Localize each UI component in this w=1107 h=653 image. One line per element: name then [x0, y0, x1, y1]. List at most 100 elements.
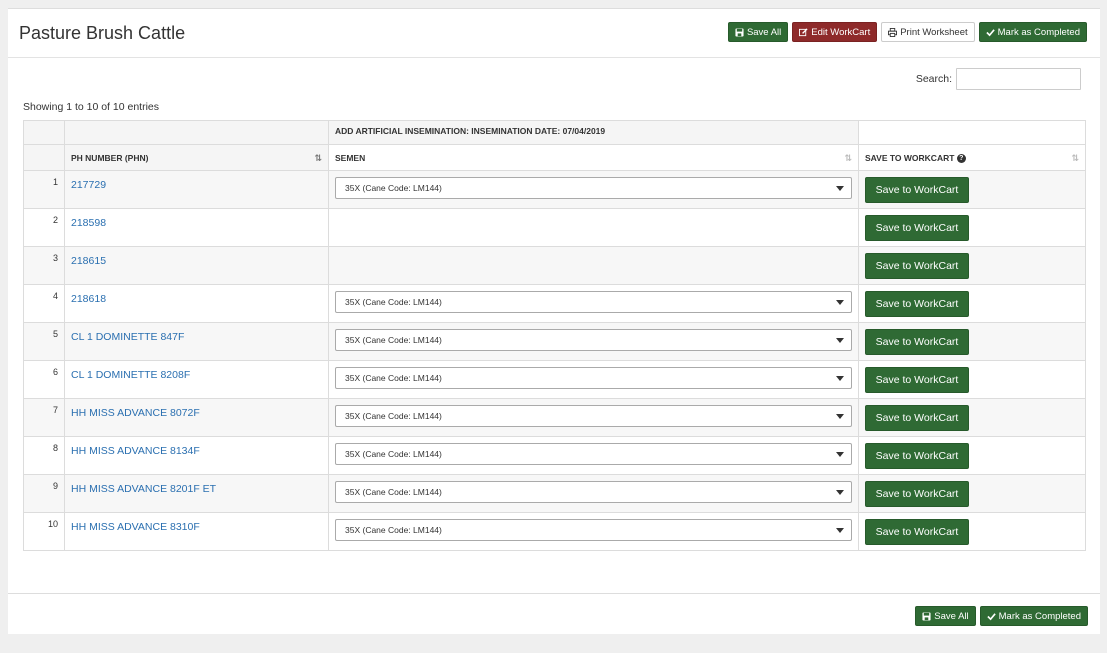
search-label: Search: — [915, 73, 952, 85]
semen-select[interactable]: 35X (Cane Code: LM144) — [335, 519, 852, 541]
print-worksheet-label: Print Worksheet — [900, 26, 968, 38]
semen-select[interactable]: 35X (Cane Code: LM144) — [335, 443, 852, 465]
phn-cell: HH MISS ADVANCE 8201F ET — [64, 474, 329, 513]
search-box: Search: — [916, 68, 1081, 90]
row-number: 4 — [23, 284, 65, 323]
semen-select[interactable]: 35X (Cane Code: LM144) — [335, 291, 852, 313]
semen-select-value: 35X (Cane Code: LM144) — [345, 525, 442, 535]
column-header-save-label: SAVE TO WORKCART — [865, 153, 955, 163]
save-to-workcart-button[interactable]: Save to WorkCart — [865, 367, 969, 393]
column-header-num — [23, 144, 65, 171]
phn-cell: 218598 — [64, 208, 329, 247]
chevron-down-icon — [836, 338, 844, 343]
save-to-workcart-button[interactable]: Save to WorkCart — [865, 443, 969, 469]
semen-cell: 35X (Cane Code: LM144) — [328, 284, 859, 323]
phn-link[interactable]: 218598 — [71, 217, 106, 229]
save-to-workcart-button[interactable]: Save to WorkCart — [865, 215, 969, 241]
action-cell: Save to WorkCart — [858, 474, 1086, 513]
table-row: 1 217729 35X (Cane Code: LM144) Save to Wor… — [23, 170, 1086, 209]
semen-select[interactable]: 35X (Cane Code: LM144) — [335, 329, 852, 351]
save-to-workcart-button[interactable]: Save to WorkCart — [865, 177, 969, 203]
phn-link[interactable]: 218618 — [71, 293, 106, 305]
edit-workcart-label: Edit WorkCart — [811, 26, 871, 38]
table-row: 8 HH MISS ADVANCE 8134F 35X (Cane Code: LM… — [23, 436, 1086, 475]
table-row: 3 218615 Save to WorkCart — [23, 246, 1086, 285]
phn-link[interactable]: 218615 — [71, 255, 106, 267]
chevron-down-icon — [836, 300, 844, 305]
save-to-workcart-button[interactable]: Save to WorkCart — [865, 329, 969, 355]
semen-select[interactable]: 35X (Cane Code: LM144) — [335, 367, 852, 389]
save-to-workcart-button[interactable]: Save to WorkCart — [865, 481, 969, 507]
sort-icon[interactable]: ⇅ — [1071, 153, 1079, 164]
semen-select-value: 35X (Cane Code: LM144) — [345, 373, 442, 383]
semen-select-value: 35X (Cane Code: LM144) — [345, 297, 442, 307]
semen-select[interactable]: 35X (Cane Code: LM144) — [335, 481, 852, 503]
semen-cell — [328, 208, 859, 247]
phn-cell: 218615 — [64, 246, 329, 285]
row-number: 5 — [23, 322, 65, 361]
edit-icon — [799, 27, 808, 37]
semen-cell: 35X (Cane Code: LM144) — [328, 474, 859, 513]
row-number: 9 — [23, 474, 65, 513]
footer-save-all-button[interactable]: Save All — [915, 606, 976, 626]
semen-select[interactable]: 35X (Cane Code: LM144) — [335, 177, 852, 199]
save-to-workcart-button[interactable]: Save to WorkCart — [865, 519, 969, 545]
phn-link[interactable]: CL 1 DOMINETTE 8208F — [71, 369, 190, 381]
column-header-phn-label: PH NUMBER (PHN) — [71, 153, 149, 163]
semen-select[interactable]: 35X (Cane Code: LM144) — [335, 405, 852, 427]
save-icon — [735, 27, 744, 37]
save-all-label: Save All — [746, 26, 782, 38]
print-icon — [888, 27, 898, 37]
action-cell: Save to WorkCart — [858, 208, 1086, 247]
table-row: 5 CL 1 DOMINETTE 847F 35X (Cane Code: LM14… — [23, 322, 1086, 361]
check-icon — [986, 612, 996, 621]
semen-select-value: 35X (Cane Code: LM144) — [345, 183, 442, 193]
footer-mark-completed-button[interactable]: Mark as Completed — [979, 606, 1088, 626]
check-icon — [985, 28, 995, 37]
row-number: 2 — [23, 208, 65, 247]
search-input[interactable] — [956, 68, 1081, 90]
phn-link[interactable]: CL 1 DOMINETTE 847F — [71, 331, 184, 343]
table-info: Showing 1 to 10 of 10 entries — [23, 101, 160, 113]
save-all-button[interactable]: Save All — [727, 22, 789, 42]
action-cell: Save to WorkCart — [858, 398, 1086, 437]
edit-workcart-button[interactable]: Edit WorkCart — [792, 22, 878, 42]
save-to-workcart-button[interactable]: Save to WorkCart — [865, 405, 969, 431]
column-header-phn[interactable]: PH NUMBER (PHN) ⇅ — [64, 144, 329, 171]
chevron-down-icon — [836, 376, 844, 381]
sort-icon[interactable]: ⇅ — [844, 153, 852, 164]
phn-cell: CL 1 DOMINETTE 8208F — [64, 360, 329, 399]
phn-link[interactable]: HH MISS ADVANCE 8072F — [71, 407, 200, 419]
table-row: 9 HH MISS ADVANCE 8201F ET 35X (Cane Code:… — [23, 474, 1086, 513]
save-to-workcart-button[interactable]: Save to WorkCart — [865, 291, 969, 317]
chevron-down-icon — [836, 490, 844, 495]
table-row: 4 218618 35X (Cane Code: LM144) Save to Wor… — [23, 284, 1086, 323]
save-icon — [922, 611, 931, 621]
group-header: ADD ARTIFICIAL INSEMINATION: INSEMINATIO… — [328, 120, 859, 145]
action-cell: Save to WorkCart — [858, 322, 1086, 361]
save-to-workcart-button[interactable]: Save to WorkCart — [865, 253, 969, 279]
help-icon[interactable]: ? — [956, 154, 966, 164]
semen-cell: 35X (Cane Code: LM144) — [328, 322, 859, 361]
table-row: 6 CL 1 DOMINETTE 8208F 35X (Cane Code: LM1… — [23, 360, 1086, 399]
mark-completed-button[interactable]: Mark as Completed — [978, 22, 1087, 42]
column-header-save[interactable]: SAVE TO WORKCART ? ⇅ — [858, 144, 1086, 171]
phn-link[interactable]: HH MISS ADVANCE 8310F — [71, 521, 200, 533]
chevron-down-icon — [836, 186, 844, 191]
column-header-semen[interactable]: SEMEN ⇅ — [328, 144, 859, 171]
semen-cell: 35X (Cane Code: LM144) — [328, 398, 859, 437]
phn-cell: HH MISS ADVANCE 8310F — [64, 512, 329, 551]
phn-cell: HH MISS ADVANCE 8134F — [64, 436, 329, 475]
phn-link[interactable]: HH MISS ADVANCE 8134F — [71, 445, 200, 457]
phn-link[interactable]: 217729 — [71, 179, 106, 191]
sort-ascending-icon[interactable]: ⇅ — [314, 153, 322, 164]
chevron-down-icon — [836, 414, 844, 419]
footer-save-all-label: Save All — [934, 610, 969, 622]
print-worksheet-button[interactable]: Print Worksheet — [881, 22, 975, 42]
semen-select-value: 35X (Cane Code: LM144) — [345, 449, 442, 459]
panel-header: Pasture Brush Cattle Save All Edit WorkC… — [8, 9, 1100, 58]
row-number: 8 — [23, 436, 65, 475]
mark-completed-label: Mark as Completed — [997, 26, 1080, 38]
phn-link[interactable]: HH MISS ADVANCE 8201F ET — [71, 483, 216, 495]
semen-cell: 35X (Cane Code: LM144) — [328, 360, 859, 399]
